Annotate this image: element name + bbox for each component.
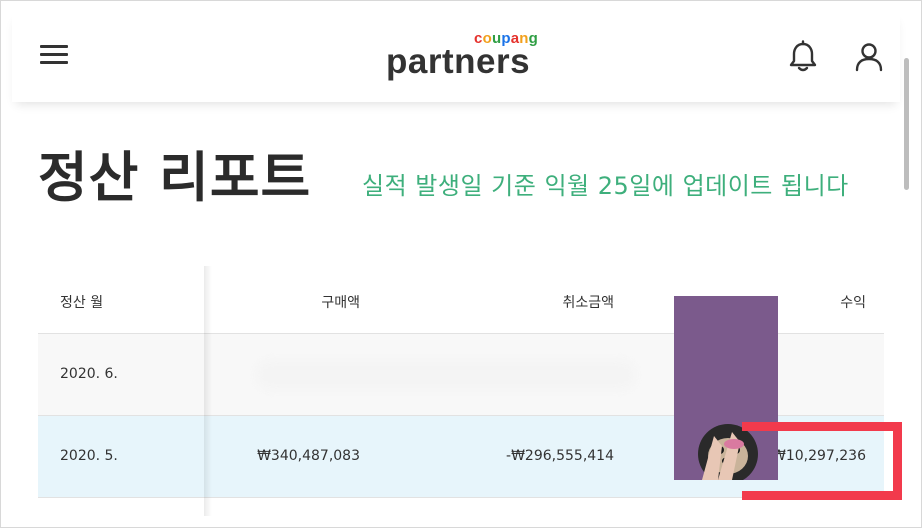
coupang-partners-logo[interactable]: coupang partners	[386, 30, 546, 90]
header-cancel[interactable]: 취소금액	[562, 292, 614, 312]
highlight-box-bottom	[742, 491, 782, 500]
page-title: 정산 리포트	[38, 146, 312, 209]
header-month[interactable]: 정산 월	[60, 292, 103, 312]
header-income[interactable]: 수익	[840, 292, 866, 312]
cell-cancel: -₩296,555,414	[506, 448, 614, 464]
header-purchase[interactable]: 구매액	[321, 292, 360, 312]
fixed-column-shadow	[204, 266, 212, 516]
user-icon[interactable]	[854, 40, 884, 74]
logo-partners-text: partners	[386, 42, 531, 81]
scrollbar-thumb[interactable]	[904, 58, 909, 190]
cell-purchase: ₩340,487,083	[257, 448, 360, 464]
top-navbar: coupang partners	[12, 12, 900, 102]
bell-icon[interactable]	[786, 40, 820, 74]
cell-month: 2020. 5.	[60, 448, 118, 464]
cell-month: 2020. 6.	[60, 366, 118, 382]
hamburger-menu-icon[interactable]	[40, 43, 68, 65]
highlight-box	[742, 422, 902, 500]
page-subtitle: 실적 발생일 기준 익월 25일에 업데이트 됩니다	[362, 172, 849, 200]
redacted-values	[256, 360, 636, 390]
